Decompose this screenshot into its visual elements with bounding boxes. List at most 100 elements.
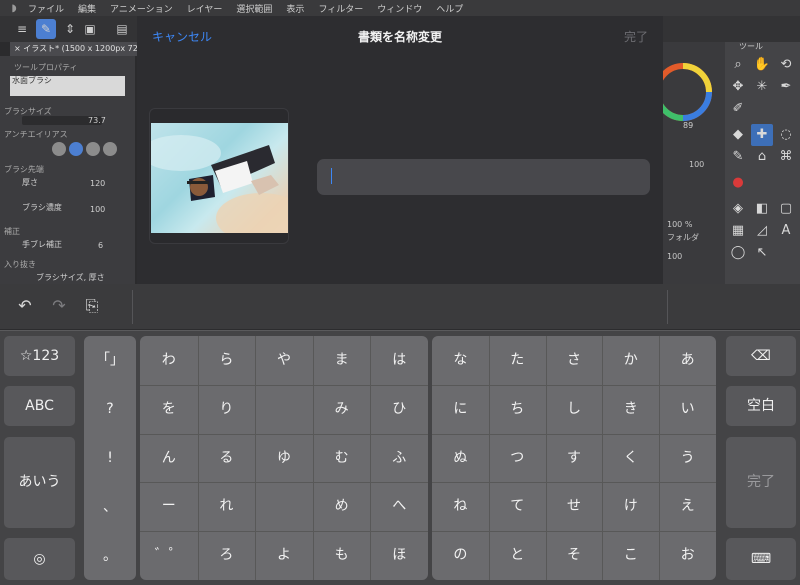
kana-key[interactable]: は <box>370 336 428 384</box>
kana-key[interactable]: く <box>602 434 659 482</box>
document-name-input[interactable] <box>317 159 650 195</box>
kana-key[interactable]: ゆ <box>255 434 313 482</box>
ruler-tool-icon[interactable]: ◿ <box>751 220 773 242</box>
kana-key[interactable]: よ <box>255 531 313 579</box>
kana-key[interactable]: ふ <box>370 434 428 482</box>
eraser-tool-icon[interactable]: ◆ <box>727 124 749 146</box>
correct-line-tool-icon[interactable]: ↖ <box>751 242 773 264</box>
kana-key[interactable]: る <box>198 434 256 482</box>
eyedropper-tool-icon[interactable]: ✒ <box>775 76 797 98</box>
kana-key[interactable]: え <box>659 482 716 530</box>
kana-key[interactable]: ぬ <box>432 434 489 482</box>
text-tool-icon[interactable]: A <box>775 220 797 242</box>
blend-tool-icon[interactable]: ✚ <box>751 124 773 146</box>
antialias-weak-option[interactable] <box>69 142 83 156</box>
chevron-updown-icon[interactable]: ⇕ <box>60 19 80 39</box>
kana-key[interactable]: し <box>546 385 603 433</box>
kana-key[interactable]: ほ <box>370 531 428 579</box>
decoration-tool-icon[interactable]: ● <box>727 172 749 194</box>
kana-key[interactable]: め <box>313 482 371 530</box>
wand-tool-icon[interactable]: ✳ <box>751 76 773 98</box>
kana-key[interactable]: う <box>659 434 716 482</box>
stamp-tool-icon[interactable]: ⌂ <box>751 146 773 168</box>
kana-key[interactable]: こ <box>602 531 659 579</box>
lasso-tool-icon[interactable]: ◌ <box>775 124 797 146</box>
kana-key[interactable]: れ <box>198 482 256 530</box>
kana-key[interactable]: り <box>198 385 256 433</box>
kana-key[interactable]: た <box>489 336 546 384</box>
kana-key[interactable]: お <box>659 531 716 579</box>
kana-key[interactable]: に <box>432 385 489 433</box>
kana-key[interactable]: ん <box>140 434 198 482</box>
kana-key[interactable]: ら <box>198 336 256 384</box>
balloon-tool-icon[interactable]: ◯ <box>727 242 749 264</box>
hand-tool-icon[interactable]: ✋ <box>751 54 773 76</box>
kana-key[interactable]: ま <box>313 336 371 384</box>
menu-filter[interactable]: フィルター <box>318 2 363 15</box>
kana-key[interactable]: の <box>432 531 489 579</box>
kana-key[interactable]: つ <box>489 434 546 482</box>
pen-tool-icon[interactable]: ✐ <box>727 98 749 120</box>
kana-key[interactable]: わ <box>140 336 198 384</box>
zoom-tool-icon[interactable]: ⌕ <box>727 54 749 76</box>
backspace-key[interactable]: ⌫ <box>726 336 796 376</box>
antialias-none-option[interactable] <box>52 142 66 156</box>
kana-key[interactable]: ゛゜ <box>140 531 198 579</box>
kana-key[interactable]: み <box>313 385 371 433</box>
menu-file[interactable]: ファイル <box>28 2 64 15</box>
keyboard-done-key[interactable]: 完了 <box>726 437 796 528</box>
menu-view[interactable]: 表示 <box>286 2 304 15</box>
kana-key[interactable]: ね <box>432 482 489 530</box>
undo-icon[interactable]: ↶ <box>14 295 36 317</box>
new-document-icon[interactable]: ▤ <box>112 19 132 39</box>
rotate-tool-icon[interactable]: ⟲ <box>775 54 797 76</box>
kana-key[interactable]: さ <box>546 336 603 384</box>
kana-key[interactable]: ち <box>489 385 546 433</box>
kana-key[interactable]: ー <box>140 482 198 530</box>
menu-edit[interactable]: 編集 <box>78 2 96 15</box>
menu-selection[interactable]: 選択範囲 <box>236 2 272 15</box>
kana-key[interactable]: む <box>313 434 371 482</box>
kana-key[interactable]: と <box>489 531 546 579</box>
pen-tool-icon[interactable]: ✎ <box>36 19 56 39</box>
paste-icon[interactable]: ⎘ <box>81 295 103 317</box>
taper-value[interactable]: ブラシサイズ, 厚さ <box>36 272 105 283</box>
move-tool-icon[interactable]: ✥ <box>727 76 749 98</box>
close-icon[interactable]: × <box>14 44 23 53</box>
done-button[interactable]: 完了 <box>624 28 648 45</box>
frame-tool-icon[interactable]: ▦ <box>727 220 749 242</box>
kana-mode-key[interactable]: あいう <box>4 437 75 528</box>
image-icon[interactable]: ▣ <box>80 19 100 39</box>
bucket-tool-icon[interactable]: ◈ <box>727 198 749 220</box>
shape-tool-icon[interactable]: ▢ <box>775 198 797 220</box>
menu-help[interactable]: ヘルプ <box>436 2 463 15</box>
kana-key[interactable]: へ <box>370 482 428 530</box>
punct-key-brackets[interactable]: 「」 <box>84 336 136 384</box>
dismiss-keyboard-key[interactable]: ⌨ <box>726 538 796 580</box>
kana-key[interactable]: を <box>140 385 198 433</box>
antialias-mid-option[interactable] <box>86 142 100 156</box>
punct-key-period[interactable]: 。 <box>84 532 136 580</box>
brush-tool-icon[interactable]: ✎ <box>727 146 749 168</box>
canvas-tab[interactable]: × イラスト* (1500 x 1200px 72dpi <box>10 42 140 56</box>
kana-key[interactable] <box>255 482 313 530</box>
menu-window[interactable]: ウィンドウ <box>377 2 422 15</box>
redo-icon[interactable]: ↷ <box>48 295 70 317</box>
kana-key[interactable] <box>255 385 313 433</box>
antialias-strong-option[interactable] <box>103 142 117 156</box>
color-wheel[interactable]: 89 <box>663 54 721 130</box>
menu-layer[interactable]: レイヤー <box>187 2 223 15</box>
kana-key[interactable]: け <box>602 482 659 530</box>
menu-animation[interactable]: アニメーション <box>110 2 173 15</box>
punct-key-exclaim[interactable]: ! <box>84 434 136 482</box>
kana-key[interactable]: そ <box>546 531 603 579</box>
punct-key-question[interactable]: ? <box>84 385 136 433</box>
kana-key[interactable]: て <box>489 482 546 530</box>
kana-key[interactable]: も <box>313 531 371 579</box>
fill-tool-icon[interactable]: ⌘ <box>775 146 797 168</box>
kana-key[interactable]: か <box>602 336 659 384</box>
gradient-tool-icon[interactable]: ◧ <box>751 198 773 220</box>
symbols-key[interactable]: ☆123 <box>4 336 75 376</box>
punct-key-comma[interactable]: 、 <box>84 483 136 531</box>
abc-key[interactable]: ABC <box>4 386 75 426</box>
